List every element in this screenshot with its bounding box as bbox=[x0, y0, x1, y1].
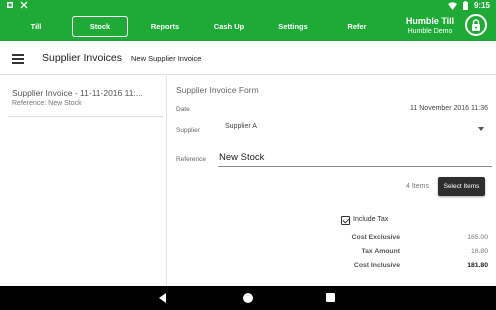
status-icons-left bbox=[6, 1, 28, 9]
notification-icon bbox=[7, 2, 13, 8]
date-value[interactable]: 11 November 2016 11:36 bbox=[410, 105, 488, 112]
cost-inclusive-row: Cost Inclusive 181.80 bbox=[318, 262, 488, 274]
tab-till[interactable]: Till bbox=[12, 16, 60, 37]
wifi-icon bbox=[447, 1, 457, 10]
include-tax-label: Include Tax bbox=[353, 216, 389, 223]
invoice-list-pane: Supplier Invoice - 11-11-2016 11:... Ref… bbox=[0, 76, 167, 286]
app-notification-icon bbox=[20, 1, 28, 9]
top-navigation: Till Stock Reports Cash Up Settings Refe… bbox=[0, 12, 496, 41]
recents-icon[interactable] bbox=[326, 293, 335, 302]
include-tax-checkbox[interactable] bbox=[341, 216, 350, 225]
tab-cash-up[interactable]: Cash Up bbox=[202, 16, 256, 37]
cost-exclusive-row: Cost Exclusive 165.00 bbox=[318, 234, 488, 246]
page-title: Supplier Invoices bbox=[42, 52, 122, 64]
brand-subtitle: Humble Demo bbox=[407, 28, 453, 35]
supplier-value: Supplier A bbox=[225, 123, 257, 130]
home-icon[interactable] bbox=[243, 293, 253, 303]
brand: Humble Till Humble Demo bbox=[398, 16, 462, 37]
reference-label: Reference bbox=[176, 156, 206, 163]
cost-inclusive-label: Cost Inclusive bbox=[353, 262, 400, 269]
tab-reports[interactable]: Reports bbox=[140, 16, 190, 37]
invoice-title: Supplier Invoice - 11-11-2016 11:... bbox=[12, 88, 143, 98]
status-time: 9:15 bbox=[473, 1, 490, 10]
supplier-invoice-form: Supplier Invoice Form Date 11 November 2… bbox=[168, 76, 496, 286]
status-bar: 9:15 bbox=[0, 0, 496, 12]
brand-title: Humble Till bbox=[405, 16, 455, 26]
cost-exclusive-value: 165.00 bbox=[467, 234, 488, 241]
lock-button[interactable] bbox=[465, 14, 487, 36]
date-label: Date bbox=[176, 106, 190, 113]
tab-refer[interactable]: Refer bbox=[333, 16, 381, 37]
tax-amount-row: Tax Amount 16.80 bbox=[318, 248, 488, 260]
battery-icon bbox=[462, 1, 468, 10]
page-subtitle: New Supplier Invoice bbox=[131, 54, 202, 63]
items-count: 4 Items bbox=[406, 183, 429, 190]
tab-stock[interactable]: Stock bbox=[72, 16, 128, 37]
supplier-label: Supplier bbox=[176, 127, 200, 134]
form-title: Supplier Invoice Form bbox=[176, 85, 259, 95]
hamburger-menu-icon[interactable] bbox=[12, 54, 24, 64]
back-icon[interactable] bbox=[159, 293, 166, 303]
system-navigation-bar bbox=[0, 286, 496, 310]
cost-exclusive-label: Cost Exclusive bbox=[351, 234, 400, 241]
cost-inclusive-value: 181.80 bbox=[467, 262, 488, 269]
invoice-list-item[interactable]: Supplier Invoice - 11-11-2016 11:... Ref… bbox=[8, 85, 163, 117]
lock-icon bbox=[472, 19, 480, 31]
select-items-button[interactable]: Select Items bbox=[438, 177, 485, 196]
reference-input[interactable]: New Stock bbox=[218, 151, 492, 167]
tax-amount-label: Tax Amount bbox=[361, 248, 400, 255]
reference-input-value: New Stock bbox=[219, 152, 265, 163]
dropdown-arrow-icon bbox=[478, 127, 484, 131]
supplier-dropdown[interactable]: Supplier A bbox=[224, 123, 484, 137]
tab-settings[interactable]: Settings bbox=[268, 16, 318, 37]
tax-amount-value: 16.80 bbox=[470, 248, 488, 255]
status-icons-right: 9:15 bbox=[447, 1, 490, 10]
invoice-reference: Reference: New Stock bbox=[12, 100, 82, 107]
toolbar: Supplier Invoices New Supplier Invoice bbox=[0, 41, 496, 75]
